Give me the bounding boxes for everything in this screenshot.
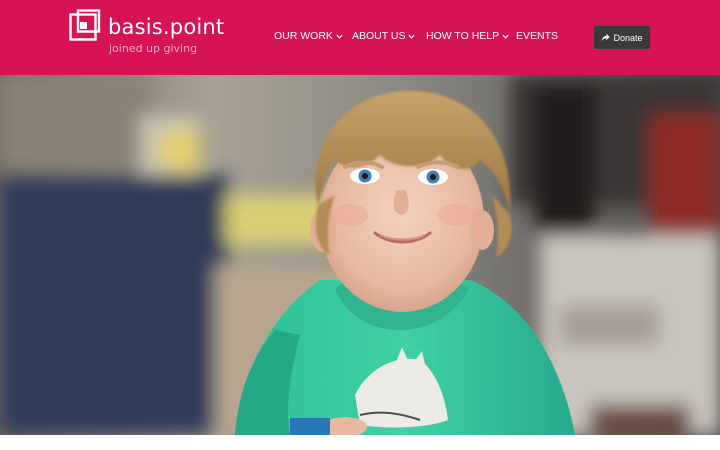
nav-item-label: OUR WORK [274, 30, 333, 42]
donate-button[interactable]: Donate [594, 26, 650, 49]
logo[interactable]: basis.point joined up giving [69, 9, 224, 59]
basis-point-logo-icon [69, 9, 101, 41]
nav-item-how-to-help[interactable]: HOW TO HELP [426, 30, 509, 42]
chevron-down-icon [502, 34, 509, 39]
site-header: basis.point joined up giving OUR WORK AB… [0, 0, 720, 75]
chevron-down-icon [336, 34, 343, 39]
page-content-area [0, 435, 720, 450]
hero-banner [0, 75, 720, 435]
donate-label: Donate [613, 32, 643, 43]
share-arrow-icon [602, 33, 611, 42]
chevron-down-icon [408, 34, 416, 39]
nav-item-label: EVENTS [516, 30, 559, 42]
nav-item-about-us[interactable]: ABOUT US [352, 30, 416, 42]
brand-name: basis.point [108, 15, 225, 39]
nav-item-label: ABOUT US [352, 30, 406, 42]
nav-item-events[interactable]: EVENTS [516, 30, 558, 42]
nav-item-label: HOW TO HELP [426, 30, 500, 42]
nav-item-our-work[interactable]: OUR WORK [274, 30, 343, 42]
smiling-child-photo [0, 75, 720, 435]
brand-tagline: joined up giving [109, 42, 198, 55]
